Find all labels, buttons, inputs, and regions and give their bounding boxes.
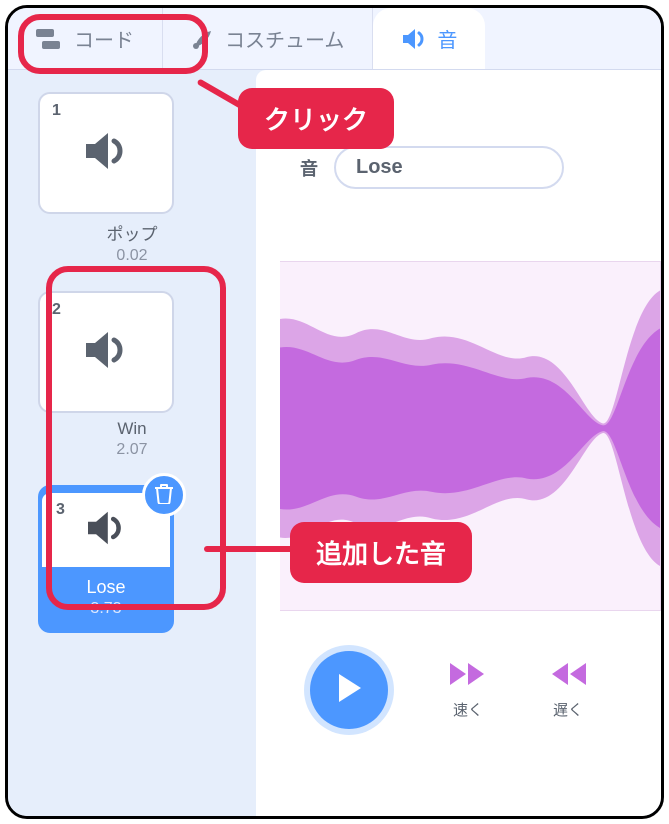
play-button[interactable]: [310, 651, 388, 729]
trash-icon: [154, 482, 174, 509]
speaker-icon: [401, 27, 427, 51]
sound-item[interactable]: 2 Win 2.07: [38, 291, 226, 459]
sound-name-label: 音: [300, 155, 318, 181]
tab-code[interactable]: コード: [8, 8, 163, 69]
speaker-icon: [84, 510, 128, 551]
tab-costumes-label: コスチューム: [225, 24, 344, 53]
sound-item-selected[interactable]: 3 Lose 3.73: [38, 485, 226, 633]
sound-duration: 2.07: [38, 441, 226, 459]
speaker-icon: [82, 131, 130, 176]
tab-costumes[interactable]: コスチューム: [163, 8, 373, 69]
paintbrush-icon: [191, 27, 215, 51]
slower-label: 遅く: [553, 699, 583, 720]
tab-sounds[interactable]: 音: [373, 8, 485, 69]
sound-item[interactable]: 1 ポップ 0.02: [38, 92, 226, 265]
sound-index: 2: [52, 301, 61, 319]
sound-duration: 0.02: [38, 247, 226, 265]
fast-forward-icon: [448, 661, 488, 691]
rewind-icon: [548, 661, 588, 691]
sound-name: ポップ: [38, 220, 226, 245]
sound-index: 3: [56, 501, 65, 519]
play-icon: [335, 672, 363, 709]
slower-button[interactable]: 遅く: [548, 661, 588, 720]
faster-label: 速く: [453, 699, 483, 720]
sound-index: 1: [52, 102, 61, 120]
delete-sound-button[interactable]: [142, 473, 186, 517]
annotation-click: クリック: [238, 88, 394, 149]
sound-list-sidebar: 1 ポップ 0.02 2 Wi: [8, 70, 256, 816]
tab-code-label: コード: [74, 24, 134, 53]
sound-name-input[interactable]: [334, 146, 564, 189]
sound-editor: 音 速く: [256, 70, 661, 816]
faster-button[interactable]: 速く: [448, 661, 488, 720]
speaker-icon: [82, 330, 130, 375]
annotation-leader: [204, 546, 294, 552]
code-blocks-icon: [36, 27, 64, 51]
tab-bar: コード コスチューム 音: [8, 8, 661, 70]
sound-name: Lose: [86, 577, 125, 598]
tab-sounds-label: 音: [437, 24, 457, 53]
sound-duration: 3.73: [86, 600, 125, 618]
annotation-added-sound: 追加した音: [290, 522, 472, 583]
sound-name: Win: [38, 419, 226, 439]
